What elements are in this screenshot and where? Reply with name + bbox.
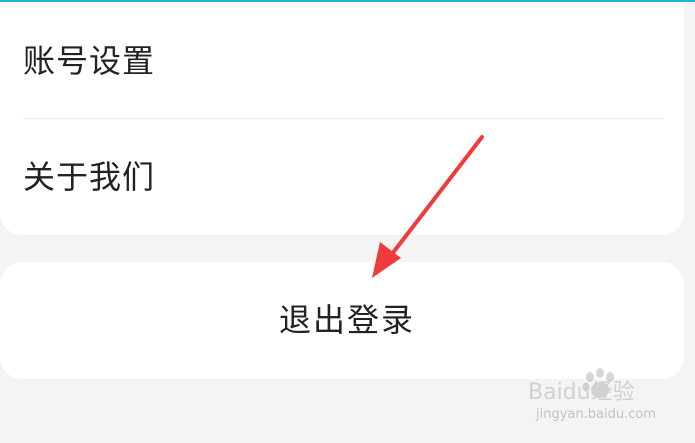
watermark-domain: jingyan.baidu.com xyxy=(536,407,656,422)
logout-label: 退出登录 xyxy=(278,301,415,339)
about-us-label: 关于我们 xyxy=(23,158,156,196)
account-settings-item[interactable]: 账号设置 xyxy=(0,2,684,118)
about-us-item[interactable]: 关于我们 xyxy=(0,119,684,235)
account-settings-label: 账号设置 xyxy=(23,42,156,80)
baidu-jingyan-watermark: Baidu经验 jingyan.baidu.com xyxy=(528,363,668,435)
logout-card: 退出登录 xyxy=(0,262,684,379)
baidu-paw-logo: Baidu经验 xyxy=(528,368,635,405)
watermark-logo-text: Baidu经验 xyxy=(528,380,635,405)
logout-button[interactable]: 退出登录 xyxy=(0,262,684,379)
settings-card: 账号设置 关于我们 xyxy=(0,2,684,235)
